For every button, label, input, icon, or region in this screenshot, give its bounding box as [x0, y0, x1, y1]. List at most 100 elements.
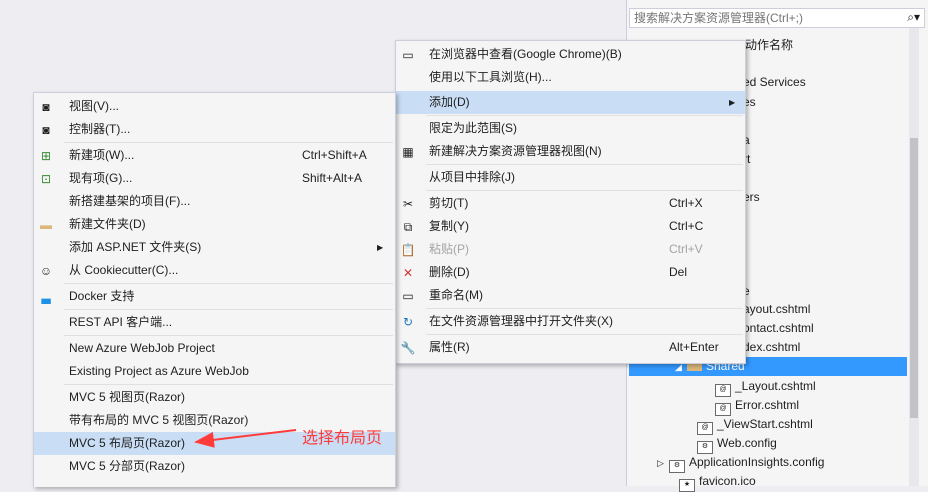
scrollbar[interactable] [909, 28, 919, 486]
submenu-item-cookiecutter[interactable]: ☺ 从 Cookiecutter(C)... [34, 259, 395, 282]
menu-item-browse-with[interactable]: 使用以下工具浏览(H)... [396, 66, 745, 89]
shortcut-label: Alt+Enter [669, 340, 719, 354]
tree-item[interactable]: ★ favicon.ico [679, 472, 756, 492]
menu-item-label: 从 Cookiecutter(C)... [69, 263, 179, 277]
cookiecutter-icon: ☺ [39, 264, 53, 278]
tree-item-label: _ViewStart.cshtml [717, 417, 813, 431]
menu-item-add[interactable]: 添加(D) ▶ [396, 91, 745, 114]
menu-item-rename[interactable]: ▭ 重命名(M) [396, 284, 745, 307]
menu-item-view-in-browser[interactable]: ▭ 在浏览器中查看(Google Chrome)(B) [396, 43, 745, 66]
submenu-item-view[interactable]: ◙ 视图(V)... [34, 95, 395, 118]
tree-item-label: _Layout.cshtml [735, 379, 816, 393]
delete-icon: ✕ [402, 266, 414, 280]
collapse-icon[interactable]: ▷ [657, 454, 669, 473]
submenu-item-existing-webjob[interactable]: Existing Project as Azure WebJob [34, 360, 395, 383]
folder-icon: ▬ [40, 218, 52, 232]
menu-item-label: 粘贴(P) [429, 242, 469, 256]
submenu-item-docker[interactable]: ▃ Docker 支持 [34, 285, 395, 308]
new-view-icon: ▦ [402, 145, 414, 159]
menu-separator [64, 384, 393, 385]
submenu-item-mvc5-partial[interactable]: MVC 5 分部页(Razor) [34, 455, 395, 478]
scrollbar-thumb[interactable] [910, 138, 918, 418]
docker-icon: ▃ [41, 290, 51, 304]
solution-explorer-search[interactable]: ⌕▾ [629, 8, 925, 28]
menu-item-new-se-view[interactable]: ▦ 新建解决方案资源管理器视图(N) [396, 140, 745, 163]
menu-item-open-in-explorer[interactable]: ↻ 在文件资源管理器中打开文件夹(X) [396, 310, 745, 333]
menu-item-copy[interactable]: ⧉ 复制(Y) Ctrl+C [396, 215, 745, 238]
search-input[interactable] [630, 9, 898, 27]
menu-item-label: MVC 5 布局页(Razor) [69, 436, 186, 450]
menu-separator [64, 283, 393, 284]
menu-item-label: 删除(D) [429, 265, 470, 279]
shortcut-label: Ctrl+C [669, 219, 704, 233]
menu-item-label: 在文件资源管理器中打开文件夹(X) [429, 314, 613, 328]
menu-separator [426, 190, 743, 191]
menu-item-paste[interactable]: 📋 粘贴(P) Ctrl+V [396, 238, 745, 261]
menu-item-label: Existing Project as Azure WebJob [69, 364, 249, 378]
submenu-item-aspnet-folder[interactable]: 添加 ASP.NET 文件夹(S) ▶ [34, 236, 395, 259]
shortcut-label: Del [669, 265, 688, 279]
menu-item-label: 控制器(T)... [69, 122, 131, 136]
tree-item[interactable]: @ _ViewStart.cshtml [697, 415, 813, 435]
menu-item-label: 限定为此范围(S) [429, 121, 517, 135]
tree-item[interactable]: ayout.cshtml [743, 300, 810, 319]
tree-item[interactable]: dex.cshtml [743, 338, 800, 357]
paste-icon: 📋 [400, 243, 416, 257]
menu-item-label: 复制(Y) [429, 219, 469, 233]
refresh-icon: ↻ [402, 315, 414, 329]
tree-item[interactable]: ▷ ⚙ ApplicationInsights.config [657, 453, 824, 473]
menu-item-label: MVC 5 分部页(Razor) [69, 459, 186, 473]
menu-item-scope-to-this[interactable]: 限定为此范围(S) [396, 117, 745, 140]
existing-item-icon: ⊡ [40, 172, 52, 186]
search-options-icon[interactable]: ⌕▾ [907, 10, 920, 25]
menu-item-label: 从项目中排除(J) [429, 170, 515, 184]
menu-item-label: 现有项(G)... [69, 171, 133, 185]
tree-item-label: Web.config [717, 436, 777, 450]
menu-item-exclude[interactable]: 从项目中排除(J) [396, 166, 745, 189]
menu-item-label: 重命名(M) [429, 288, 483, 302]
tree-item[interactable]: @ _Layout.cshtml [715, 377, 816, 397]
controller-icon: ◙ [42, 123, 50, 137]
menu-item-cut[interactable]: ✂ 剪切(T) Ctrl+X [396, 192, 745, 215]
shortcut-label: Ctrl+V [669, 242, 703, 256]
submenu-item-scaffold[interactable]: 新搭建基架的项目(F)... [34, 190, 395, 213]
submenu-item-existing-item[interactable]: ⊡ 现有项(G)... Shift+Alt+A [34, 167, 395, 190]
menu-item-label: 在浏览器中查看(Google Chrome)(B) [429, 47, 622, 61]
menu-item-label: 带有布局的 MVC 5 视图页(Razor) [69, 413, 249, 427]
menu-item-label: REST API 客户端... [69, 315, 173, 329]
submenu-arrow-icon: ▶ [729, 98, 736, 107]
tree-item[interactable]: ontact.cshtml [743, 319, 814, 338]
submenu-item-controller[interactable]: ◙ 控制器(T)... [34, 118, 395, 141]
submenu-item-mvc5-view[interactable]: MVC 5 视图页(Razor) [34, 386, 395, 409]
shortcut-label: Ctrl+X [669, 196, 703, 210]
menu-item-label: 新建项(W)... [69, 148, 135, 162]
tree-item-label: Error.cshtml [735, 398, 800, 412]
tree-item-label: dex.cshtml [743, 340, 801, 354]
submenu-item-new-folder[interactable]: ▬ 新建文件夹(D) [34, 213, 395, 236]
view-icon: ◙ [42, 100, 50, 114]
tree-item-label: ontact.cshtml [743, 321, 814, 335]
menu-item-label: 添加(D) [429, 95, 470, 109]
submenu-item-new-webjob[interactable]: New Azure WebJob Project [34, 337, 395, 360]
menu-separator [64, 309, 393, 310]
context-menu: ▭ 在浏览器中查看(Google Chrome)(B) 使用以下工具浏览(H)..… [395, 40, 746, 364]
partial-label: ed Services [743, 75, 806, 89]
wrench-icon: 🔧 [400, 341, 416, 355]
menu-item-label: 视图(V)... [69, 99, 119, 113]
menu-separator [426, 115, 743, 116]
tree-item[interactable]: @ Error.cshtml [715, 396, 800, 416]
tree-item[interactable]: ⚙ Web.config [697, 434, 777, 454]
menu-separator [64, 335, 393, 336]
submenu-arrow-icon: ▶ [377, 243, 384, 252]
menu-item-label: 剪切(T) [429, 196, 469, 210]
menu-item-delete[interactable]: ✕ 删除(D) Del [396, 261, 745, 284]
menu-item-label: 使用以下工具浏览(H)... [429, 70, 552, 84]
menu-separator [64, 142, 393, 143]
menu-item-properties[interactable]: 🔧 属性(R) Alt+Enter [396, 336, 745, 359]
submenu-item-new-item[interactable]: ⊞ 新建项(W)... Ctrl+Shift+A [34, 144, 395, 167]
tree-item-label: ayout.cshtml [743, 302, 811, 316]
shortcut-label: Shift+Alt+A [302, 171, 363, 185]
submenu-item-rest-api[interactable]: REST API 客户端... [34, 311, 395, 334]
rename-icon: ▭ [402, 289, 414, 303]
copy-icon: ⧉ [403, 220, 413, 234]
